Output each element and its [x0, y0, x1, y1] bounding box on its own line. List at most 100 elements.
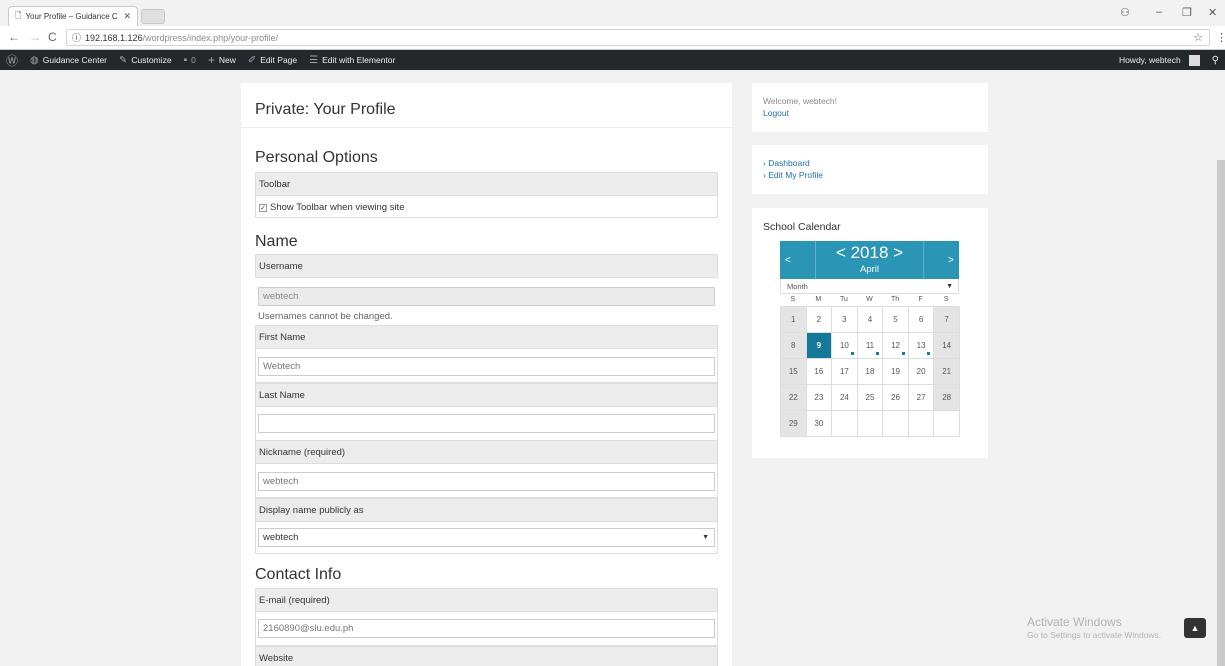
email-label: E-mail (required) — [255, 588, 718, 612]
calendar-day[interactable]: 16 — [806, 359, 833, 385]
logout-link[interactable]: Logout — [763, 108, 789, 118]
browser-tab[interactable]: 🗋 Your Profile – Guidance C ✕ — [8, 6, 138, 26]
minimize-icon[interactable]: – — [1156, 6, 1162, 18]
calendar-day[interactable]: 20 — [908, 359, 935, 385]
welcome-widget: Welcome, webtech! Logout — [752, 83, 988, 132]
url-input[interactable]: ⓘ 192.168.1.126/wordpress/index.php/your… — [66, 29, 1210, 46]
weekday-label: F — [918, 296, 923, 303]
email-field[interactable]: 2160890@slu.edu.ph — [258, 619, 715, 638]
nickname-field[interactable]: webtech — [258, 472, 715, 491]
calendar-day[interactable]: 21 — [934, 359, 960, 385]
calendar-day[interactable]: 22 — [781, 385, 807, 411]
edit-elementor-label: Edit with Elementor — [322, 55, 396, 65]
contact-info-heading: Contact Info — [255, 566, 342, 583]
display-name-select[interactable]: webtech ▼ — [258, 528, 715, 547]
display-name-value: webtech — [263, 532, 299, 543]
last-name-field[interactable] — [258, 414, 715, 433]
calendar-title: School Calendar — [763, 221, 841, 233]
calendar-day[interactable]: 2 — [806, 307, 833, 333]
window-close-icon[interactable]: ✕ — [1208, 6, 1217, 19]
weekday-label: Tu — [839, 296, 848, 303]
calendar-day[interactable]: 28 — [934, 385, 960, 411]
new-button[interactable]: + New — [202, 50, 242, 70]
calendar-grid: 1 2 3 4 5 6 7 8 9 10 11 12 13 14 15 16 17 18 19 20 21 22 23 24 2… — [780, 306, 960, 437]
calendar-day[interactable]: 5 — [883, 307, 909, 333]
edit-elementor-button[interactable]: ☰ Edit with Elementor — [303, 50, 401, 70]
calendar-day[interactable]: 11 — [857, 333, 884, 359]
calendar-view-select[interactable]: Month ▼ — [780, 279, 959, 294]
calendar-day[interactable]: 4 — [857, 307, 884, 333]
show-toolbar-label: Show Toolbar when viewing site — [270, 202, 405, 213]
calendar-day[interactable]: 15 — [781, 359, 807, 385]
wp-logo-button[interactable]: Ⓦ — [0, 50, 24, 70]
site-name-button[interactable]: ◍ Guidance Center — [24, 50, 113, 70]
event-marker — [850, 352, 854, 355]
tab-title: Your Profile – Guidance C — [25, 12, 118, 21]
url-host: 192.168.1.126 — [85, 32, 143, 43]
calendar-widget: School Calendar < < 2018 > April > Month… — [752, 208, 988, 458]
bookmark-star-icon[interactable]: ☆ — [1193, 31, 1203, 44]
calendar-day[interactable]: 30 — [806, 411, 833, 437]
calendar-day[interactable]: 29 — [781, 411, 807, 437]
search-button[interactable]: ⚲ — [1206, 50, 1225, 70]
divider — [241, 127, 732, 128]
site-name-label: Guidance Center — [42, 55, 108, 65]
customize-button[interactable]: ✎ Customize — [113, 50, 178, 70]
edit-page-button[interactable]: ✐ Edit Page — [242, 50, 303, 70]
show-toolbar-option[interactable]: ✓ Show Toolbar when viewing site — [259, 202, 404, 213]
calendar-day[interactable]: 12 — [883, 333, 909, 359]
comment-icon: ▪ — [183, 54, 188, 66]
close-tab-icon[interactable]: ✕ — [123, 11, 131, 22]
calendar-day[interactable]: 9 — [806, 333, 833, 359]
personal-options-heading: Personal Options — [255, 149, 378, 166]
username-note: Usernames cannot be changed. — [258, 311, 393, 322]
welcome-text: Welcome, webtech! — [763, 96, 838, 106]
restore-icon[interactable]: ❐ — [1182, 6, 1192, 19]
dashboard-link[interactable]: › Dashboard — [763, 158, 810, 168]
profile-icon[interactable]: ⚇ — [1120, 6, 1130, 19]
calendar-day[interactable]: 3 — [832, 307, 858, 333]
menu-icon[interactable]: ⋮ — [1216, 31, 1225, 44]
links-widget: › Dashboard › Edit My Profile — [752, 145, 988, 194]
calendar-year[interactable]: < 2018 > — [816, 243, 923, 263]
scroll-to-top-button[interactable]: ▲ — [1184, 618, 1206, 638]
my-account-button[interactable]: Howdy, webtech — [1113, 50, 1206, 70]
calendar-day[interactable]: 14 — [934, 333, 960, 359]
calendar-day[interactable]: 8 — [781, 333, 807, 359]
show-toolbar-checkbox[interactable]: ✓ — [259, 203, 267, 212]
calendar-day[interactable]: 23 — [806, 385, 833, 411]
nickname-label: Nickname (required) — [255, 440, 718, 464]
calendar-day[interactable]: 18 — [857, 359, 884, 385]
edit-profile-link[interactable]: › Edit My Profile — [763, 170, 823, 180]
page-icon: 🗋 — [15, 10, 22, 20]
next-month-button[interactable]: > — [923, 241, 959, 279]
calendar-view-value: Month — [787, 281, 808, 291]
forward-icon[interactable]: → — [29, 30, 41, 44]
customize-label: Customize — [131, 55, 172, 65]
calendar-day[interactable]: 7 — [934, 307, 960, 333]
pencil-icon: ✐ — [247, 54, 257, 66]
calendar-day[interactable]: 25 — [857, 385, 884, 411]
calendar-day[interactable]: 26 — [883, 385, 909, 411]
calendar-day[interactable]: 24 — [832, 385, 858, 411]
calendar-day[interactable]: 19 — [883, 359, 909, 385]
comments-button[interactable]: ▪ 0 — [178, 50, 202, 70]
calendar-day[interactable]: 27 — [908, 385, 935, 411]
first-name-label: First Name — [255, 325, 718, 349]
first-name-field[interactable]: Webtech — [258, 357, 715, 376]
weekday-label: W — [866, 296, 873, 303]
last-name-label: Last Name — [255, 383, 718, 407]
calendar-day[interactable]: 17 — [832, 359, 858, 385]
scrollbar[interactable] — [1217, 160, 1225, 666]
back-icon[interactable]: ← — [8, 30, 20, 44]
prev-month-button[interactable]: < — [780, 241, 816, 279]
calendar-day[interactable]: 10 — [832, 333, 858, 359]
calendar-day[interactable]: 1 — [781, 307, 807, 333]
activate-windows-watermark: Activate Windows Go to Settings to activ… — [1027, 615, 1161, 640]
new-tab-button[interactable] — [141, 9, 165, 24]
wp-admin-bar: Ⓦ ◍ Guidance Center ✎ Customize ▪ 0 + Ne… — [0, 50, 1225, 70]
brush-icon: ✎ — [119, 54, 128, 66]
reload-icon[interactable]: C — [48, 30, 57, 44]
calendar-day[interactable]: 13 — [908, 333, 935, 359]
calendar-day[interactable]: 6 — [908, 307, 935, 333]
